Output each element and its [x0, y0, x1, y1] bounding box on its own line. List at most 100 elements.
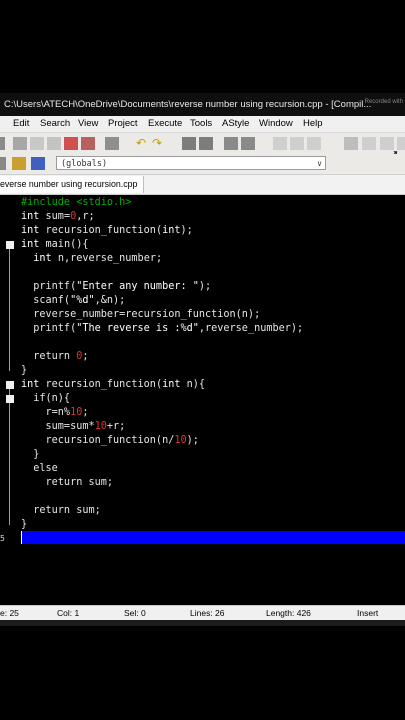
line-number — [0, 238, 4, 252]
code-token: int — [21, 239, 40, 250]
code-token: } — [21, 519, 28, 530]
code-line: else — [21, 462, 58, 476]
title-bar: C:\Users\ATECH\OneDrive\Documents\revers… — [0, 93, 405, 116]
line-number — [0, 448, 4, 462]
menu-item-tools[interactable]: Tools — [190, 116, 212, 132]
code-token: main(){ — [39, 239, 89, 250]
code-token: int — [21, 225, 40, 236]
line-number — [0, 350, 4, 364]
fold-toggle-icon[interactable] — [6, 381, 14, 389]
code-line: return 0; — [21, 350, 88, 364]
close-project-icon[interactable] — [81, 137, 95, 150]
code-line: #include <stdio.h> — [21, 196, 131, 210]
status-col: Col: 1 — [57, 608, 80, 618]
code-token: else — [21, 463, 58, 474]
line-number — [0, 336, 4, 350]
code-token: ; — [82, 351, 89, 362]
scope-value: (globals) — [61, 159, 108, 169]
line-number — [0, 462, 4, 476]
menu-item-search[interactable]: Search — [40, 116, 70, 132]
close-all-icon[interactable] — [64, 137, 78, 150]
line-number — [0, 196, 4, 210]
code-line: int recursion_function(int); — [21, 224, 193, 238]
line-number — [0, 490, 4, 504]
code-editor[interactable]: 5 #include <stdio.h> int sum=0,r; int recu… — [0, 195, 405, 598]
code-line: printf("The reverse is :%d",reverse_numb… — [21, 322, 303, 336]
new-class-icon[interactable] — [0, 157, 6, 170]
code-token: "Enter any number: " — [76, 281, 199, 292]
main-toolbar: ↶ ↷ ➚ — [0, 132, 405, 161]
print-icon[interactable] — [105, 137, 119, 150]
status-sel: Sel: 0 — [124, 608, 146, 618]
chevron-down-icon: ∨ — [317, 159, 322, 168]
code-line: return sum; — [21, 476, 113, 490]
menu-item-help[interactable]: Help — [303, 116, 323, 132]
code-line: int recursion_function(int n){ — [21, 378, 205, 392]
code-token: recursion_function( — [39, 225, 163, 236]
code-token: #include <stdio.h> — [21, 197, 132, 208]
save-icon[interactable] — [13, 137, 27, 150]
code-token: } — [21, 365, 28, 376]
editor-gutter: 5 — [0, 195, 18, 598]
code-token: 10 — [94, 421, 107, 432]
code-line: r=n%10; — [21, 406, 89, 420]
status-lines: Lines: 26 — [190, 608, 225, 618]
undo-icon[interactable]: ↶ — [136, 137, 150, 150]
close-file-icon[interactable] — [47, 137, 61, 150]
code-token: ,&n); — [94, 295, 126, 306]
code-token: ); — [186, 435, 199, 446]
find-icon[interactable] — [182, 137, 196, 150]
line-number — [0, 266, 4, 280]
code-line: reverse_number=recursion_function(n); — [21, 308, 260, 322]
code-token: } — [21, 449, 40, 460]
line-number — [0, 322, 4, 336]
run-icon[interactable] — [31, 157, 45, 170]
line-number — [0, 280, 4, 294]
menu-item-file[interactable] — [0, 116, 4, 132]
code-token: ,reverse_number); — [198, 323, 304, 334]
bookmark-icon[interactable] — [241, 137, 255, 150]
status-mode: Insert — [357, 608, 379, 618]
open-icon[interactable] — [0, 137, 5, 150]
fold-toggle-icon[interactable] — [6, 395, 14, 403]
line-number — [0, 420, 4, 434]
code-line: int main(){ — [21, 238, 88, 252]
menu-item-execute[interactable]: Execute — [148, 116, 182, 132]
compile-icon[interactable] — [12, 157, 26, 170]
scope-selector[interactable]: (globals) ∨ — [56, 156, 326, 170]
tab-source-file[interactable]: everse number using recursion.cpp — [0, 176, 144, 193]
code-token: scanf( — [21, 295, 71, 306]
fold-toggle-icon[interactable] — [6, 241, 14, 249]
goto-line-icon[interactable] — [224, 137, 238, 150]
back-icon[interactable] — [273, 137, 287, 150]
code-token: if(n){ — [21, 393, 71, 404]
redo-icon[interactable]: ↷ — [152, 137, 166, 150]
grid-icon[interactable] — [344, 137, 358, 150]
menu-item-astyle[interactable]: AStyle — [222, 116, 249, 132]
replace-icon[interactable] — [199, 137, 213, 150]
code-line: printf("Enter any number: "); — [21, 280, 211, 294]
line-number — [0, 308, 4, 322]
menu-item-edit[interactable]: Edit — [13, 116, 29, 132]
save-all-icon[interactable] — [30, 137, 44, 150]
code-token: printf( — [21, 281, 77, 292]
code-line: } — [21, 448, 39, 462]
status-line: e: 25 — [0, 608, 19, 618]
code-line: sum=sum*10+r; — [21, 420, 126, 434]
line-number — [0, 504, 4, 518]
line-number — [0, 476, 4, 490]
forward-icon[interactable] — [290, 137, 304, 150]
code-token: int — [33, 253, 52, 264]
menu-bar: Edit Search View Project Execute Tools A… — [0, 116, 405, 132]
menu-item-view[interactable]: View — [78, 116, 98, 132]
fold-guide — [9, 389, 10, 525]
nav-icon[interactable] — [307, 137, 321, 150]
layout-icon[interactable] — [362, 137, 376, 150]
menu-item-window[interactable]: Window — [259, 116, 293, 132]
menu-item-project[interactable]: Project — [108, 116, 138, 132]
window-bottom-edge — [0, 620, 405, 626]
code-token: reverse_number=recursion_function(n); — [21, 309, 261, 320]
code-line: } — [21, 518, 27, 532]
code-line: if(n){ — [21, 392, 70, 406]
